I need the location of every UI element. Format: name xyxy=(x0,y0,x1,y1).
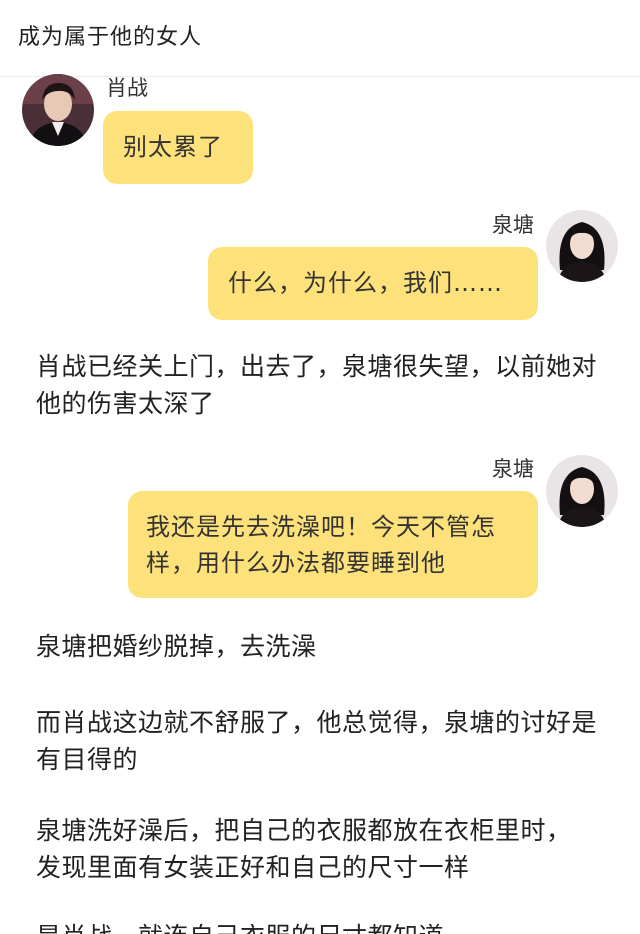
narration-paragraph: 而肖战这边就不舒服了，他总觉得，泉塘的讨好是有目得的 xyxy=(36,708,598,774)
message-text: 别太累了 xyxy=(123,133,223,161)
female-portrait-avatar-icon[interactable] xyxy=(546,455,618,527)
page-title: 成为属于他的女人 xyxy=(18,25,203,50)
chat-bubble-sent: 什么，为什么，我们…… xyxy=(208,247,538,320)
top-bar: 成为属于他的女人 xyxy=(0,0,640,77)
chat-bubble-received: 别太累了 xyxy=(103,111,253,184)
female-portrait-avatar-icon[interactable] xyxy=(546,210,618,282)
narration-paragraph: 泉塘把婚纱脱掉，去洗澡 xyxy=(36,632,317,661)
narration-paragraph: 肖战已经关上门，出去了，泉塘很失望，以前她对他的伤害太深了 xyxy=(36,352,598,418)
narration-paragraph: 是肖战，就连自己衣服的尺寸都知道 xyxy=(36,918,616,934)
message-text: 我还是先去洗澡吧！今天不管怎样，用什么办法都要睡到他 xyxy=(146,513,496,577)
narration-paragraph: 泉塘洗好澡后，把自己的衣服都放在衣柜里时，发现里面有女装正好和自己的尺寸一样 xyxy=(36,816,572,882)
message-text: 什么，为什么，我们…… xyxy=(228,269,503,297)
sender-name: 肖战 xyxy=(106,76,148,100)
chat-story-page: 成为属于他的女人 肖战 别太累了 泉塘 什么，为什么，我们…… 肖战已经关上门，… xyxy=(0,0,640,934)
sender-name: 泉塘 xyxy=(492,213,534,237)
sender-name: 泉塘 xyxy=(492,457,534,481)
chat-bubble-sent: 我还是先去洗澡吧！今天不管怎样，用什么办法都要睡到他 xyxy=(128,491,538,598)
male-portrait-avatar-icon[interactable] xyxy=(22,74,94,146)
